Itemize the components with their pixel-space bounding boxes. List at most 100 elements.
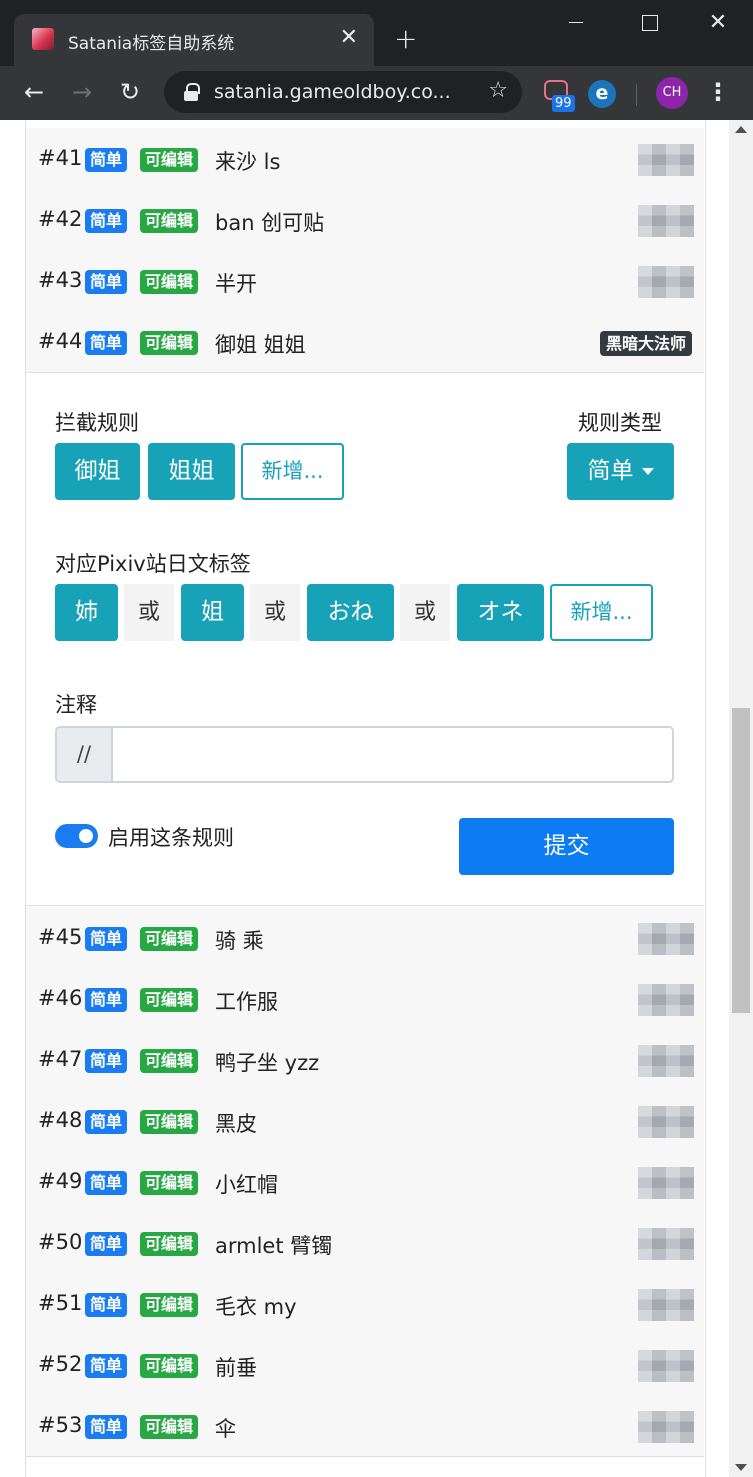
more-menu-icon[interactable]: ⋮ — [706, 76, 730, 108]
rule-name: 伞 — [215, 1417, 236, 1441]
pixiv-tag-button[interactable]: 姐 — [181, 584, 244, 641]
intercept-tag-button[interactable]: 御姐 — [55, 443, 140, 500]
rule-row[interactable]: #48 简单 可编辑 黑皮 — [26, 1090, 704, 1152]
rule-number: #47 — [38, 1047, 83, 1071]
back-arrow-icon[interactable]: ← — [18, 76, 50, 108]
add-intercept-tag-button[interactable]: 新增... — [241, 443, 344, 500]
page-viewport: #41 简单 可编辑 来沙 ls #42 简单 可编辑 ban 创可贴 #43 … — [0, 120, 753, 1477]
rule-name: 前垂 — [215, 1356, 257, 1380]
scrollbar-thumb[interactable] — [732, 708, 750, 1013]
browser-tab[interactable]: Satania标签自助系统 ✕ — [14, 14, 374, 66]
author-thumbnail — [638, 984, 694, 1016]
submit-button[interactable]: 提交 — [459, 818, 674, 875]
rule-type-badge: 简单 — [85, 927, 128, 951]
rule-type-dropdown[interactable]: 简单 — [567, 443, 674, 500]
e-extension-icon[interactable]: e — [588, 80, 616, 108]
tab-close-icon[interactable]: ✕ — [340, 25, 358, 51]
enable-rule-label[interactable]: 启用这条规则 — [108, 822, 234, 852]
window-minimize-button[interactable] — [556, 8, 596, 38]
lock-icon[interactable] — [184, 83, 200, 101]
site-favicon-icon — [32, 28, 54, 50]
author-thumbnail — [638, 1106, 694, 1138]
rule-name: 鸭子坐 yzz — [215, 1051, 320, 1075]
add-pixiv-tag-button[interactable]: 新增... — [550, 584, 653, 641]
rule-type-badge: 简单 — [85, 270, 128, 294]
window-close-button[interactable]: ✕ — [698, 8, 738, 38]
profile-avatar[interactable]: CH — [656, 77, 688, 109]
url-text[interactable]: satania.gameoldboy.co... — [214, 81, 451, 103]
rule-type-badge: 简单 — [85, 209, 128, 233]
scroll-up-arrow-icon[interactable] — [735, 126, 747, 133]
intercept-tag-button[interactable]: 姐姐 — [148, 443, 235, 500]
rule-row[interactable]: #50 简单 可编辑 armlet 臂镯 — [26, 1212, 704, 1274]
pixiv-tags-label: 对应Pixiv站日文标签 — [55, 552, 251, 576]
rule-type-badge: 简单 — [85, 1171, 128, 1195]
rule-name: 毛衣 my — [215, 1295, 297, 1319]
editable-badge: 可编辑 — [140, 1049, 199, 1073]
author-thumbnail — [638, 1228, 694, 1260]
rule-type-badge: 简单 — [85, 1110, 128, 1134]
rule-row[interactable]: #43 简单 可编辑 半开 — [26, 250, 704, 312]
rule-row[interactable]: #51 简单 可编辑 毛衣 my — [26, 1273, 704, 1335]
rule-type-badge: 简单 — [85, 148, 128, 172]
editable-badge: 可编辑 — [140, 1232, 199, 1256]
reload-icon[interactable]: ↻ — [114, 76, 146, 108]
author-thumbnail — [638, 1411, 694, 1443]
rule-number: #42 — [38, 207, 83, 231]
rule-row[interactable]: #42 简单 可编辑 ban 创可贴 — [26, 189, 704, 251]
rule-type-badge: 简单 — [85, 1232, 128, 1256]
author-thumbnail — [638, 923, 694, 955]
extension-count-badge: 99 — [552, 95, 575, 112]
comment-input[interactable] — [113, 728, 672, 781]
address-bar[interactable]: satania.gameoldboy.co... ☆ — [164, 71, 522, 113]
rule-row[interactable]: #49 简单 可编辑 小红帽 — [26, 1151, 704, 1213]
browser-chrome: Satania标签自助系统 ✕ + ✕ ← → ↻ satania.gameol… — [0, 0, 753, 120]
rule-number: #43 — [38, 268, 83, 292]
rule-row[interactable]: #47 简单 可编辑 鸭子坐 yzz — [26, 1029, 704, 1091]
scrollbar[interactable] — [729, 120, 753, 1477]
bookmark-star-icon[interactable]: ☆ — [488, 78, 508, 103]
editable-badge: 可编辑 — [140, 1415, 199, 1439]
comment-prefix: // — [57, 728, 113, 781]
window-maximize-button[interactable] — [630, 8, 670, 38]
pixiv-tag-button[interactable]: おね — [307, 584, 394, 641]
scroll-down-arrow-icon[interactable] — [735, 1464, 747, 1471]
rule-type-value: 简单 — [587, 458, 634, 484]
editable-badge: 可编辑 — [140, 1110, 199, 1134]
rule-row[interactable]: #41 简单 可编辑 来沙 ls — [26, 128, 704, 190]
author-thumbnail — [638, 1289, 694, 1321]
rule-row[interactable]: #46 简单 可编辑 工作服 — [26, 968, 704, 1030]
new-tab-button[interactable]: + — [394, 25, 417, 53]
editable-badge: 可编辑 — [140, 148, 199, 172]
rule-row[interactable]: #52 简单 可编辑 前垂 — [26, 1334, 704, 1396]
comment-label: 注释 — [55, 693, 97, 717]
rule-name: 御姐 姐姐 — [215, 333, 306, 357]
editable-badge: 可编辑 — [140, 270, 199, 294]
author-thumbnail — [638, 205, 694, 237]
comment-input-group: // — [55, 726, 674, 783]
rule-type-label: 规则类型 — [578, 411, 662, 435]
author-thumbnail — [638, 1350, 694, 1382]
enable-rule-toggle[interactable] — [55, 824, 98, 848]
author-thumbnail — [638, 266, 694, 298]
pixiv-tag-button[interactable]: オネ — [457, 584, 544, 641]
rule-name: 小红帽 — [215, 1173, 278, 1197]
rule-name: 工作服 — [215, 990, 278, 1014]
rule-type-badge: 简单 — [85, 1354, 128, 1378]
tab-title: Satania标签自助系统 — [68, 34, 235, 54]
pixiv-tag-button[interactable]: 姉 — [55, 584, 118, 641]
author-thumbnail — [638, 1167, 694, 1199]
author-thumbnail — [638, 1045, 694, 1077]
rule-number: #48 — [38, 1108, 83, 1132]
editable-badge: 可编辑 — [140, 209, 199, 233]
rule-row[interactable]: #45 简单 可编辑 骑 乘 — [26, 907, 704, 969]
rule-row[interactable]: #53 简单 可编辑 伞 — [26, 1395, 704, 1457]
rule-row-expanded[interactable]: #44 简单 可编辑 御姐 姐姐 黑暗大法师 — [26, 311, 704, 373]
editable-badge: 可编辑 — [140, 988, 199, 1012]
toolbar-divider — [636, 84, 637, 106]
forward-arrow-icon[interactable]: → — [66, 76, 98, 108]
rule-number: #51 — [38, 1291, 83, 1315]
rule-number: #44 — [38, 329, 83, 353]
rule-number: #52 — [38, 1352, 83, 1376]
rule-number: #41 — [38, 146, 83, 170]
